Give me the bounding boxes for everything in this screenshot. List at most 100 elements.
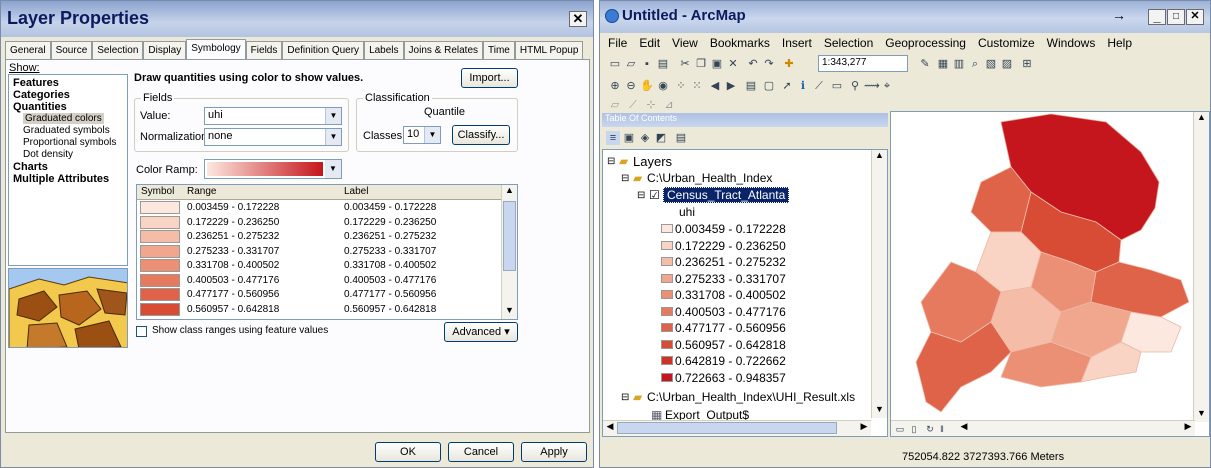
legend-item[interactable]: 0.172229 - 0.236250: [661, 239, 786, 253]
open-icon[interactable]: ▱: [624, 57, 638, 71]
draw-icon[interactable]: ▱: [608, 98, 622, 112]
legend-item[interactable]: 0.642819 - 0.722662: [661, 354, 786, 368]
legend-item[interactable]: 0.003459 - 0.172228: [661, 222, 786, 236]
menu-selection[interactable]: Selection: [824, 36, 873, 50]
identify-icon[interactable]: ℹ: [796, 79, 810, 93]
cut-icon[interactable]: ✂: [678, 57, 692, 71]
show-item-proportional-symbols[interactable]: Proportional symbols: [23, 137, 116, 148]
scroll-up-icon[interactable]: ▲: [502, 185, 517, 199]
map-view[interactable]: ▲ ▼ ▭ ▯ ↻ ‖ ◀ ▶: [890, 111, 1210, 437]
snapping-icon[interactable]: ⊿: [662, 98, 676, 112]
tab-symbology[interactable]: Symbology: [186, 39, 246, 60]
label-cell[interactable]: 0.477177 - 0.560956: [344, 289, 436, 300]
toc-hscrollbar[interactable]: ◀ ▶: [603, 420, 871, 436]
legend-item[interactable]: 0.560957 - 0.642818: [661, 338, 786, 352]
save-icon[interactable]: ▪: [640, 57, 654, 71]
scale-input[interactable]: 1:343,277: [818, 55, 908, 72]
line-icon[interactable]: ⟋: [626, 98, 640, 112]
column-label[interactable]: Label: [344, 186, 368, 197]
apply-button[interactable]: Apply: [521, 442, 587, 462]
edit-vertices-icon[interactable]: ⊹: [644, 98, 658, 112]
scroll-down-icon[interactable]: ▼: [872, 404, 887, 418]
menu-edit[interactable]: Edit: [639, 36, 660, 50]
show-item-quantities[interactable]: Quantities: [13, 101, 67, 113]
clear-selection-icon[interactable]: ▢: [762, 79, 776, 93]
menu-windows[interactable]: Windows: [1047, 36, 1096, 50]
scroll-thumb[interactable]: [617, 422, 837, 434]
menu-view[interactable]: View: [672, 36, 698, 50]
label-cell[interactable]: 0.275233 - 0.331707: [344, 246, 436, 257]
symbol-swatch[interactable]: [140, 230, 180, 243]
add-data-icon[interactable]: ✚: [782, 57, 796, 71]
menu-file[interactable]: File: [608, 36, 627, 50]
list-by-source-icon[interactable]: ▣: [622, 131, 636, 145]
map-hscrollbar[interactable]: ▭ ▯ ↻ ‖ ◀ ▶: [891, 420, 1195, 436]
tab-selection[interactable]: Selection: [92, 41, 144, 60]
copy-icon[interactable]: ❐: [694, 57, 708, 71]
legend-item[interactable]: 0.331708 - 0.400502: [661, 288, 786, 302]
list-by-visibility-icon[interactable]: ◈: [638, 131, 652, 145]
scroll-down-icon[interactable]: ▼: [502, 305, 517, 319]
table-row[interactable]: 0.477177 - 0.560956 0.477177 - 0.560956: [137, 288, 501, 303]
column-range[interactable]: Range: [187, 186, 216, 197]
list-by-drawing-order-icon[interactable]: ≡: [606, 131, 620, 145]
paste-icon[interactable]: ▣: [710, 57, 724, 71]
scroll-up-icon[interactable]: ▲: [872, 150, 887, 164]
tab-fields[interactable]: Fields: [245, 41, 283, 60]
measure-icon[interactable]: ⟋: [812, 79, 826, 93]
table-row[interactable]: 0.560957 - 0.642818 0.560957 - 0.642818: [137, 302, 501, 318]
show-item-features[interactable]: Features: [13, 77, 59, 89]
toolbox-icon[interactable]: ▧: [984, 57, 998, 71]
scroll-right-icon[interactable]: ▶: [857, 421, 871, 432]
show-item-categories[interactable]: Categories: [13, 89, 70, 101]
undo-icon[interactable]: ↶: [746, 57, 760, 71]
scroll-thumb[interactable]: [503, 201, 516, 271]
label-cell[interactable]: 0.003459 - 0.172228: [344, 202, 436, 213]
symbol-swatch[interactable]: [140, 302, 180, 316]
scroll-right-icon[interactable]: ▶: [1181, 421, 1195, 432]
table-row[interactable]: 0.003459 - 0.172228 0.003459 - 0.172228: [137, 201, 501, 216]
folder-path-xls[interactable]: C:\Urban_Health_Index\UHI_Result.xls: [647, 390, 855, 404]
menu-customize[interactable]: Customize: [978, 36, 1035, 50]
tab-joins-relates[interactable]: Joins & Relates: [403, 41, 484, 60]
options-icon[interactable]: ▤: [674, 131, 688, 145]
collapse-icon[interactable]: ⊟: [607, 156, 615, 167]
editor-icon[interactable]: ✎: [918, 57, 932, 71]
table-row[interactable]: 0.172229 - 0.236250 0.172229 - 0.236250: [137, 215, 501, 231]
delete-icon[interactable]: ✕: [726, 57, 740, 71]
tab-html-popup[interactable]: HTML Popup: [514, 41, 584, 60]
pause-icon[interactable]: ‖: [935, 422, 949, 436]
map-vscrollbar[interactable]: ▲ ▼: [1193, 112, 1209, 422]
symbol-swatch[interactable]: [140, 215, 180, 229]
symbol-swatch[interactable]: [140, 201, 180, 214]
menu-bookmarks[interactable]: Bookmarks: [710, 36, 770, 50]
search-icon[interactable]: ⌕: [968, 57, 982, 71]
list-by-selection-icon[interactable]: ◩: [654, 131, 668, 145]
close-button[interactable]: ✕: [1186, 9, 1204, 25]
minimize-button[interactable]: _: [1148, 9, 1166, 25]
folder-path[interactable]: C:\Urban_Health_Index: [647, 171, 772, 185]
ok-button[interactable]: OK: [375, 442, 441, 462]
column-symbol[interactable]: Symbol: [141, 186, 174, 197]
arrow-icon[interactable]: →: [1110, 8, 1128, 25]
show-item-graduated-symbols[interactable]: Graduated symbols: [23, 125, 110, 136]
fixed-zoom-out-icon[interactable]: ⁙: [690, 79, 704, 93]
legend-item[interactable]: 0.477177 - 0.560956: [661, 321, 786, 335]
legend-item[interactable]: 0.275233 - 0.331707: [661, 272, 786, 286]
html-popup-icon[interactable]: ▭: [830, 79, 844, 93]
zoom-out-icon[interactable]: ⊖: [624, 79, 638, 93]
layer-name[interactable]: Census_Tract_Atlanta: [663, 187, 790, 203]
advanced-button[interactable]: Advanced ▾: [444, 322, 518, 342]
tab-general[interactable]: General: [5, 41, 51, 60]
data-view-icon[interactable]: ▭: [893, 422, 907, 436]
table-row[interactable]: 0.331708 - 0.400502 0.331708 - 0.400502: [137, 259, 501, 274]
legend-item[interactable]: 0.236251 - 0.275232: [661, 255, 786, 269]
toc-scrollbar[interactable]: ▲ ▼: [871, 150, 887, 418]
layer-visibility-checkbox[interactable]: ☑: [649, 188, 660, 202]
select-features-icon[interactable]: ▤: [744, 79, 758, 93]
close-button[interactable]: ✕: [569, 11, 587, 27]
show-item-dot-density[interactable]: Dot density: [23, 149, 73, 160]
maximize-button[interactable]: □: [1167, 9, 1185, 25]
collapse-icon[interactable]: ⊟: [621, 392, 629, 403]
table-scrollbar[interactable]: ▲ ▼: [501, 185, 517, 319]
